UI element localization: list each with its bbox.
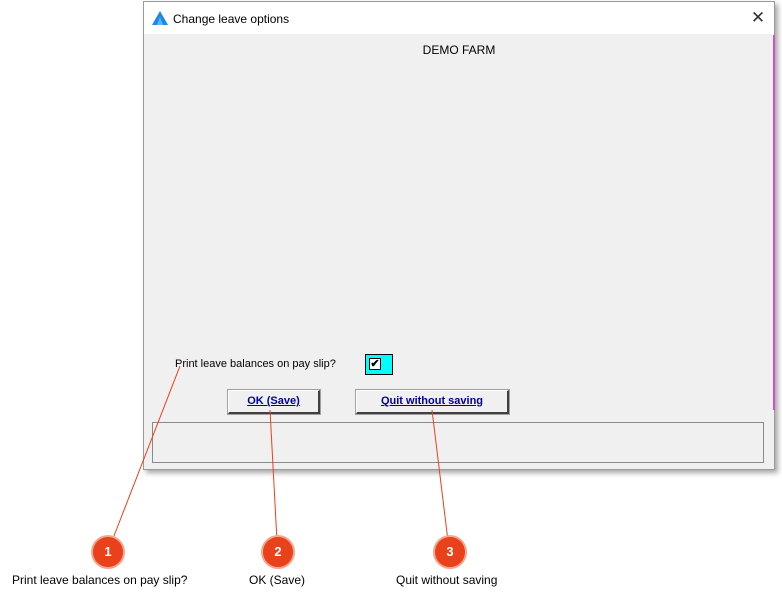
- callout-badge-2: 2: [263, 537, 293, 567]
- callout-badge-3: 3: [435, 537, 465, 567]
- callout-line-1: [111, 365, 181, 542]
- callout-caption-2: OK (Save): [249, 573, 306, 587]
- callout-caption-1: Print leave balances on pay slip?: [12, 573, 188, 587]
- callout-line-3: [431, 409, 449, 542]
- callout-badge-1: 1: [93, 537, 123, 567]
- callout-lines: [111, 365, 449, 542]
- callout-line-2: [269, 409, 278, 542]
- callout-caption-3: Quit without saving: [396, 573, 498, 587]
